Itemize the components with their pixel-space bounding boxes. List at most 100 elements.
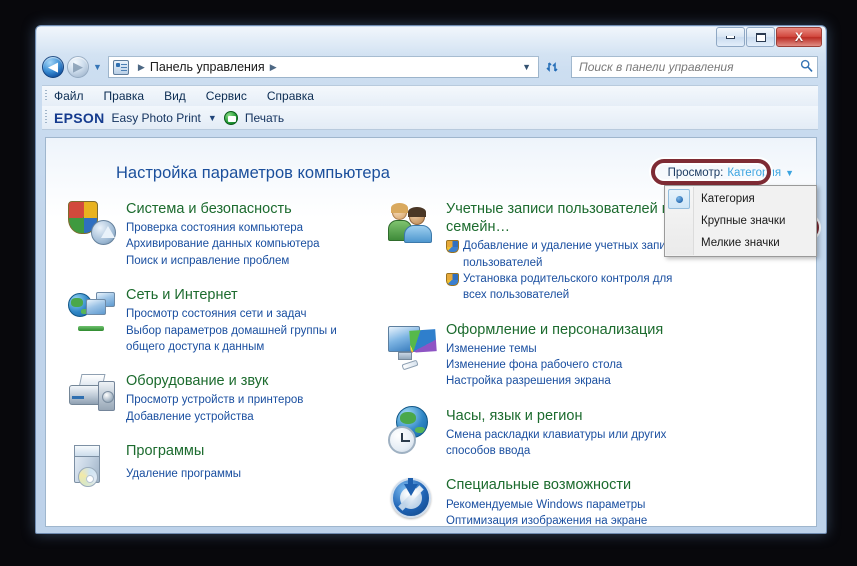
category-link[interactable]: Поиск и исправление проблем <box>126 253 320 269</box>
category-title[interactable]: Специальные возможности <box>446 476 647 494</box>
link-text: Смена раскладки клавиатуры или других сп… <box>446 428 667 458</box>
link-text: Рекомендуемые Windows параметры <box>446 498 646 511</box>
refresh-button[interactable] <box>542 56 564 78</box>
category-programs: Программы Удаление программы <box>68 441 380 489</box>
category-title[interactable]: Оборудование и звук <box>126 372 303 390</box>
maximize-icon <box>755 32 766 42</box>
network-icon[interactable] <box>68 285 116 333</box>
search-input[interactable] <box>579 60 800 74</box>
search-box[interactable] <box>571 56 818 78</box>
maximize-button[interactable] <box>746 27 775 47</box>
epson-logo: EPSON <box>54 109 105 126</box>
link-text: Удаление программы <box>126 468 242 481</box>
print-icon[interactable] <box>223 110 238 125</box>
category-link[interactable]: Изменение темы <box>446 341 663 357</box>
view-label: Просмотр: <box>667 167 724 179</box>
breadcrumb-separator-2-icon[interactable]: ▶ <box>265 62 282 73</box>
menu-item-view[interactable]: Вид <box>164 89 186 103</box>
category-link[interactable]: Проверка состояния компьютера <box>126 220 320 236</box>
security-icon[interactable] <box>68 199 116 247</box>
link-text: Установка родительского контроля для все… <box>463 272 673 302</box>
menu-option-label: Категория <box>701 193 755 205</box>
menu-item-tools[interactable]: Сервис <box>206 89 247 103</box>
link-text: Просмотр состояния сети и задач <box>126 308 307 321</box>
category-link[interactable]: Просмотр устройств и принтеров <box>126 392 303 408</box>
desktop-background: X ◀ ▶ ▼ ▶ Панель управления ▶ ▼ Поиск в … <box>0 0 857 566</box>
view-chevron-down-icon[interactable]: ▼ <box>785 168 794 178</box>
category-body: Оборудование и звук Просмотр устройств и… <box>126 371 303 425</box>
category-link[interactable]: Смена раскладки клавиатуры или других сп… <box>446 427 678 460</box>
link-text: Поиск и исправление проблем <box>126 254 290 267</box>
category-title[interactable]: Учетные записи пользователей и семейн… <box>446 200 676 236</box>
easy-photo-print-chevron-down-icon[interactable]: ▼ <box>208 113 217 123</box>
back-button[interactable]: ◀ <box>42 56 64 78</box>
page-title: Настройка параметров компьютера <box>116 164 390 182</box>
forward-arrow-icon: ▶ <box>73 59 83 74</box>
category-link[interactable]: Добавление устройства <box>126 409 303 425</box>
user-accounts-icon[interactable] <box>388 199 436 247</box>
link-text: Добавление и удаление учетных записей по… <box>463 240 685 269</box>
minimize-button[interactable] <box>716 27 745 47</box>
category-link[interactable]: Рекомендуемые Windows параметры <box>446 497 647 513</box>
recent-pages-chevron-down-icon[interactable]: ▼ <box>93 62 102 72</box>
category-body: Сеть и Интернет Просмотр состояния сети … <box>126 285 348 355</box>
ease-of-access-icon[interactable] <box>388 475 436 523</box>
link-text: Выбор параметров домашней группы и общег… <box>126 324 337 353</box>
link-text: Добавление устройства <box>126 410 254 423</box>
category-title[interactable]: Оформление и персонализация <box>446 321 663 339</box>
category-link[interactable]: Установка родительского контроля для все… <box>446 271 686 304</box>
hardware-icon[interactable] <box>68 371 116 419</box>
category-link[interactable]: Удаление программы <box>126 466 241 482</box>
appearance-icon[interactable] <box>388 320 437 370</box>
easy-photo-print-button[interactable]: Easy Photo Print <box>112 111 201 125</box>
category-system-and-security: Система и безопасность Проверка состояни… <box>68 199 380 269</box>
menu-option-small-icons[interactable]: Мелкие значки <box>665 232 816 254</box>
epson-toolbar: EPSON Easy Photo Print ▼ Печать <box>42 106 818 130</box>
category-link[interactable]: Добавление и удаление учетных записей по… <box>446 238 686 271</box>
print-button[interactable]: Печать <box>245 111 284 125</box>
category-title[interactable]: Сеть и Интернет <box>126 286 348 304</box>
category-link[interactable]: Оптимизация изображения на экране <box>446 513 647 526</box>
category-link[interactable]: Выбор параметров домашней группы и общег… <box>126 323 348 356</box>
menu-option-category[interactable]: Категория <box>665 188 816 210</box>
category-link[interactable]: Настройка разрешения экрана <box>446 373 663 389</box>
window-titlebar[interactable]: X <box>36 26 826 52</box>
category-link[interactable]: Изменение фона рабочего стола <box>446 357 663 373</box>
address-chevron-down-icon[interactable]: ▼ <box>522 62 536 72</box>
window-controls: X <box>716 27 822 47</box>
menu-option-large-icons[interactable]: Крупные значки <box>665 210 816 232</box>
uac-shield-icon <box>446 240 459 254</box>
clock-language-region-icon[interactable] <box>388 405 436 454</box>
menu-item-file[interactable]: Файл <box>54 89 84 103</box>
view-selector: Просмотр: Категория ▼ <box>668 167 794 179</box>
category-title[interactable]: Часы, язык и регион <box>446 407 678 425</box>
category-link[interactable]: Архивирование данных компьютера <box>126 236 320 252</box>
category-appearance-and-personalization: Оформление и персонализация Изменение те… <box>388 320 794 390</box>
breadcrumb-control-panel[interactable]: Панель управления <box>150 60 265 74</box>
category-body: Оформление и персонализация Изменение те… <box>446 320 663 390</box>
category-hardware-and-sound: Оборудование и звук Просмотр устройств и… <box>68 371 380 425</box>
link-text: Изменение темы <box>446 342 537 355</box>
category-body: Учетные записи пользователей и семейн… Д… <box>446 199 686 304</box>
category-network-and-internet: Сеть и Интернет Просмотр состояния сети … <box>68 285 380 355</box>
menu-item-edit[interactable]: Правка <box>104 89 145 103</box>
category-body: Программы Удаление программы <box>126 441 241 489</box>
category-title[interactable]: Система и безопасность <box>126 200 320 218</box>
back-arrow-icon: ◀ <box>48 59 58 74</box>
link-text: Изменение фона рабочего стола <box>446 359 623 372</box>
refresh-icon <box>546 62 558 72</box>
menu-item-help[interactable]: Справка <box>267 89 314 103</box>
programs-icon[interactable] <box>68 441 116 489</box>
view-dropdown-button[interactable]: Категория <box>727 167 781 179</box>
uac-shield-icon <box>446 272 459 286</box>
close-icon: X <box>794 30 803 44</box>
view-dropdown-menu[interactable]: Категория Крупные значки Мелкие значки <box>664 185 817 257</box>
category-column-left: Система и безопасность Проверка состояни… <box>68 199 380 526</box>
close-button[interactable]: X <box>776 27 822 47</box>
forward-button[interactable]: ▶ <box>67 56 89 78</box>
category-link[interactable]: Просмотр состояния сети и задач <box>126 306 348 322</box>
address-bar-row: ◀ ▶ ▼ ▶ Панель управления ▶ ▼ <box>42 52 818 82</box>
search-icon[interactable] <box>800 59 813 75</box>
category-title[interactable]: Программы <box>126 442 241 460</box>
address-bar[interactable]: ▶ Панель управления ▶ ▼ <box>107 56 539 78</box>
